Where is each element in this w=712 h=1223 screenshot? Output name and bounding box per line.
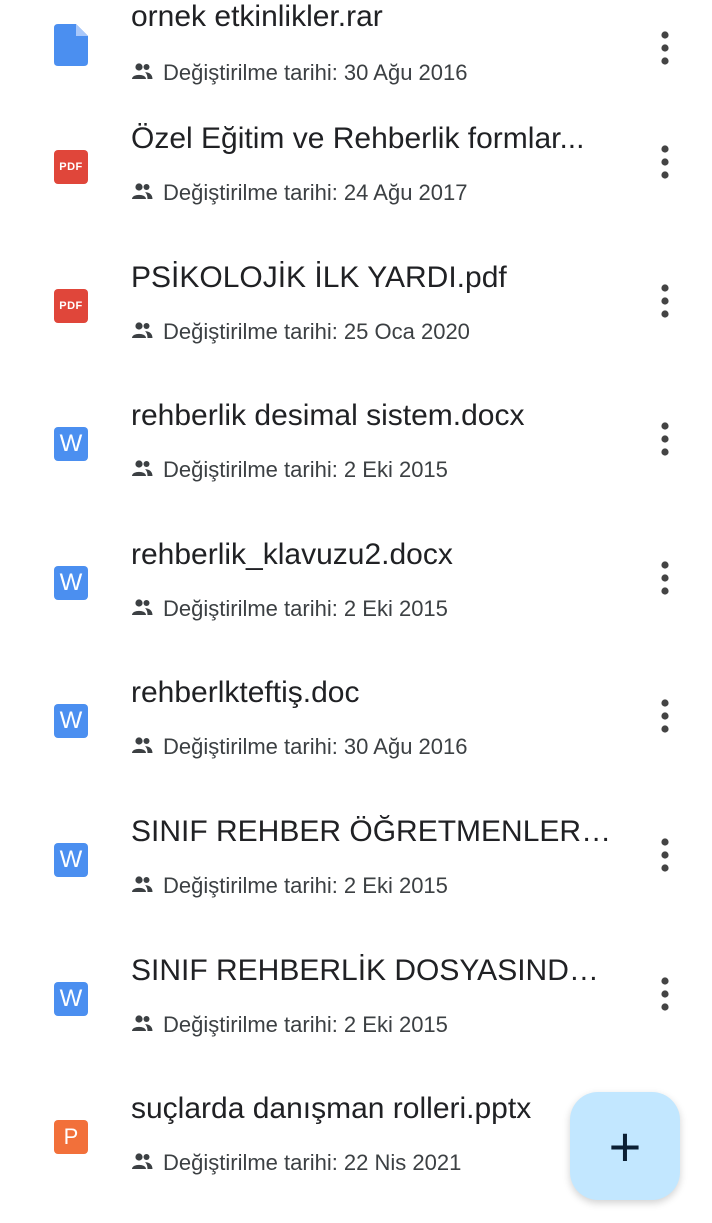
file-row[interactable]: Wrehberlkteftiş.doc Değiştirilme tarihi: … bbox=[0, 668, 712, 807]
modified-date: Değiştirilme tarihi: 2 Eki 2015 bbox=[163, 1011, 448, 1037]
file-row[interactable]: W SINIF REHBER ÖĞRETMENLERİ... Değiştirilm… bbox=[0, 807, 712, 946]
modified-date: Değiştirilme tarihi: 2 Eki 2015 bbox=[163, 457, 448, 483]
word-icon: W bbox=[54, 981, 88, 1016]
word-icon: W bbox=[54, 565, 88, 600]
file-modified-info: Değiştirilme tarihi: 2 Eki 2015 bbox=[131, 457, 448, 483]
file-modified-info: Değiştirilme tarihi: 22 Nis 2021 bbox=[131, 1150, 461, 1176]
more-options-icon[interactable] bbox=[650, 692, 680, 740]
shared-icon bbox=[131, 734, 153, 760]
file-row[interactable]: ornek etkinlikler.rar Değiştirilme tarihi… bbox=[0, 0, 712, 114]
word-icon: W bbox=[54, 427, 88, 462]
shared-icon bbox=[131, 180, 153, 206]
file-name[interactable]: ornek etkinlikler.rar bbox=[131, 0, 613, 34]
file-row[interactable]: PDF PSİKOLOJİK İLK YARDI.pdf Değiştirilme … bbox=[0, 253, 712, 392]
file-list: ornek etkinlikler.rar Değiştirilme tarihi… bbox=[0, 0, 712, 1223]
file-name[interactable]: SINIF REHBER ÖĞRETMENLERİ... bbox=[131, 815, 613, 849]
file-name[interactable]: suçlarda danışman rolleri.pptx bbox=[131, 1092, 613, 1126]
plus-icon: + bbox=[608, 1114, 642, 1178]
pdf-icon: PDF bbox=[54, 288, 88, 323]
more-options-icon[interactable] bbox=[650, 554, 680, 602]
more-options-icon[interactable] bbox=[650, 138, 680, 186]
shared-icon bbox=[131, 457, 153, 483]
doc-icon bbox=[54, 24, 88, 66]
file-row[interactable]: Wrehberlik_klavuzu2.docx Değiştirilme tar… bbox=[0, 530, 712, 669]
file-modified-info: Değiştirilme tarihi: 30 Ağu 2016 bbox=[131, 60, 468, 86]
new-button[interactable]: + bbox=[570, 1092, 680, 1200]
file-name[interactable]: rehberlik desimal sistem.docx bbox=[131, 399, 613, 433]
more-options-icon[interactable] bbox=[650, 970, 680, 1018]
file-row[interactable]: PDF Özel Eğitim ve Rehberlik formlar... De… bbox=[0, 114, 712, 253]
modified-date: Değiştirilme tarihi: 25 Oca 2020 bbox=[163, 318, 470, 344]
file-name[interactable]: rehberlkteftiş.doc bbox=[131, 676, 613, 710]
word-icon: W bbox=[54, 704, 88, 739]
modified-date: Değiştirilme tarihi: 2 Eki 2015 bbox=[163, 872, 448, 898]
shared-icon bbox=[131, 873, 153, 899]
shared-icon bbox=[131, 596, 153, 622]
file-name[interactable]: SINIF REHBERLİK DOSYASINDA ... bbox=[131, 954, 613, 988]
file-row[interactable]: W SINIF REHBERLİK DOSYASINDA ... Değiştiri… bbox=[0, 946, 712, 1085]
modified-date: Değiştirilme tarihi: 2 Eki 2015 bbox=[163, 595, 448, 621]
shared-icon bbox=[131, 1012, 153, 1038]
pdf-icon: PDF bbox=[54, 150, 88, 184]
file-name[interactable]: Özel Eğitim ve Rehberlik formlar... bbox=[131, 122, 613, 156]
powerpoint-icon: P bbox=[54, 1120, 88, 1155]
more-options-icon[interactable] bbox=[650, 831, 680, 879]
modified-date: Değiştirilme tarihi: 22 Nis 2021 bbox=[163, 1150, 462, 1176]
file-modified-info: Değiştirilme tarihi: 24 Ağu 2017 bbox=[131, 180, 468, 206]
file-modified-info: Değiştirilme tarihi: 30 Ağu 2016 bbox=[131, 734, 468, 760]
modified-date: Değiştirilme tarihi: 24 Ağu 2017 bbox=[163, 180, 468, 205]
word-icon: W bbox=[54, 842, 88, 877]
file-modified-info: Değiştirilme tarihi: 2 Eki 2015 bbox=[131, 1012, 448, 1038]
shared-icon bbox=[131, 1150, 153, 1176]
file-modified-info: Değiştirilme tarihi: 25 Oca 2020 bbox=[131, 319, 470, 345]
file-modified-info: Değiştirilme tarihi: 2 Eki 2015 bbox=[131, 596, 448, 622]
file-modified-info: Değiştirilme tarihi: 2 Eki 2015 bbox=[131, 873, 448, 899]
more-options-icon[interactable] bbox=[650, 277, 680, 325]
more-options-icon[interactable] bbox=[650, 24, 680, 72]
file-name[interactable]: PSİKOLOJİK İLK YARDI.pdf bbox=[131, 261, 613, 295]
modified-date: Değiştirilme tarihi: 30 Ağu 2016 bbox=[163, 734, 468, 760]
more-options-icon[interactable] bbox=[650, 415, 680, 463]
shared-icon bbox=[131, 60, 153, 86]
file-row[interactable]: Wrehberlik desimal sistem.docx Değiştiril… bbox=[0, 391, 712, 530]
modified-date: Değiştirilme tarihi: 30 Ağu 2016 bbox=[163, 60, 468, 85]
file-name[interactable]: rehberlik_klavuzu2.docx bbox=[131, 538, 613, 572]
shared-icon bbox=[131, 319, 153, 345]
